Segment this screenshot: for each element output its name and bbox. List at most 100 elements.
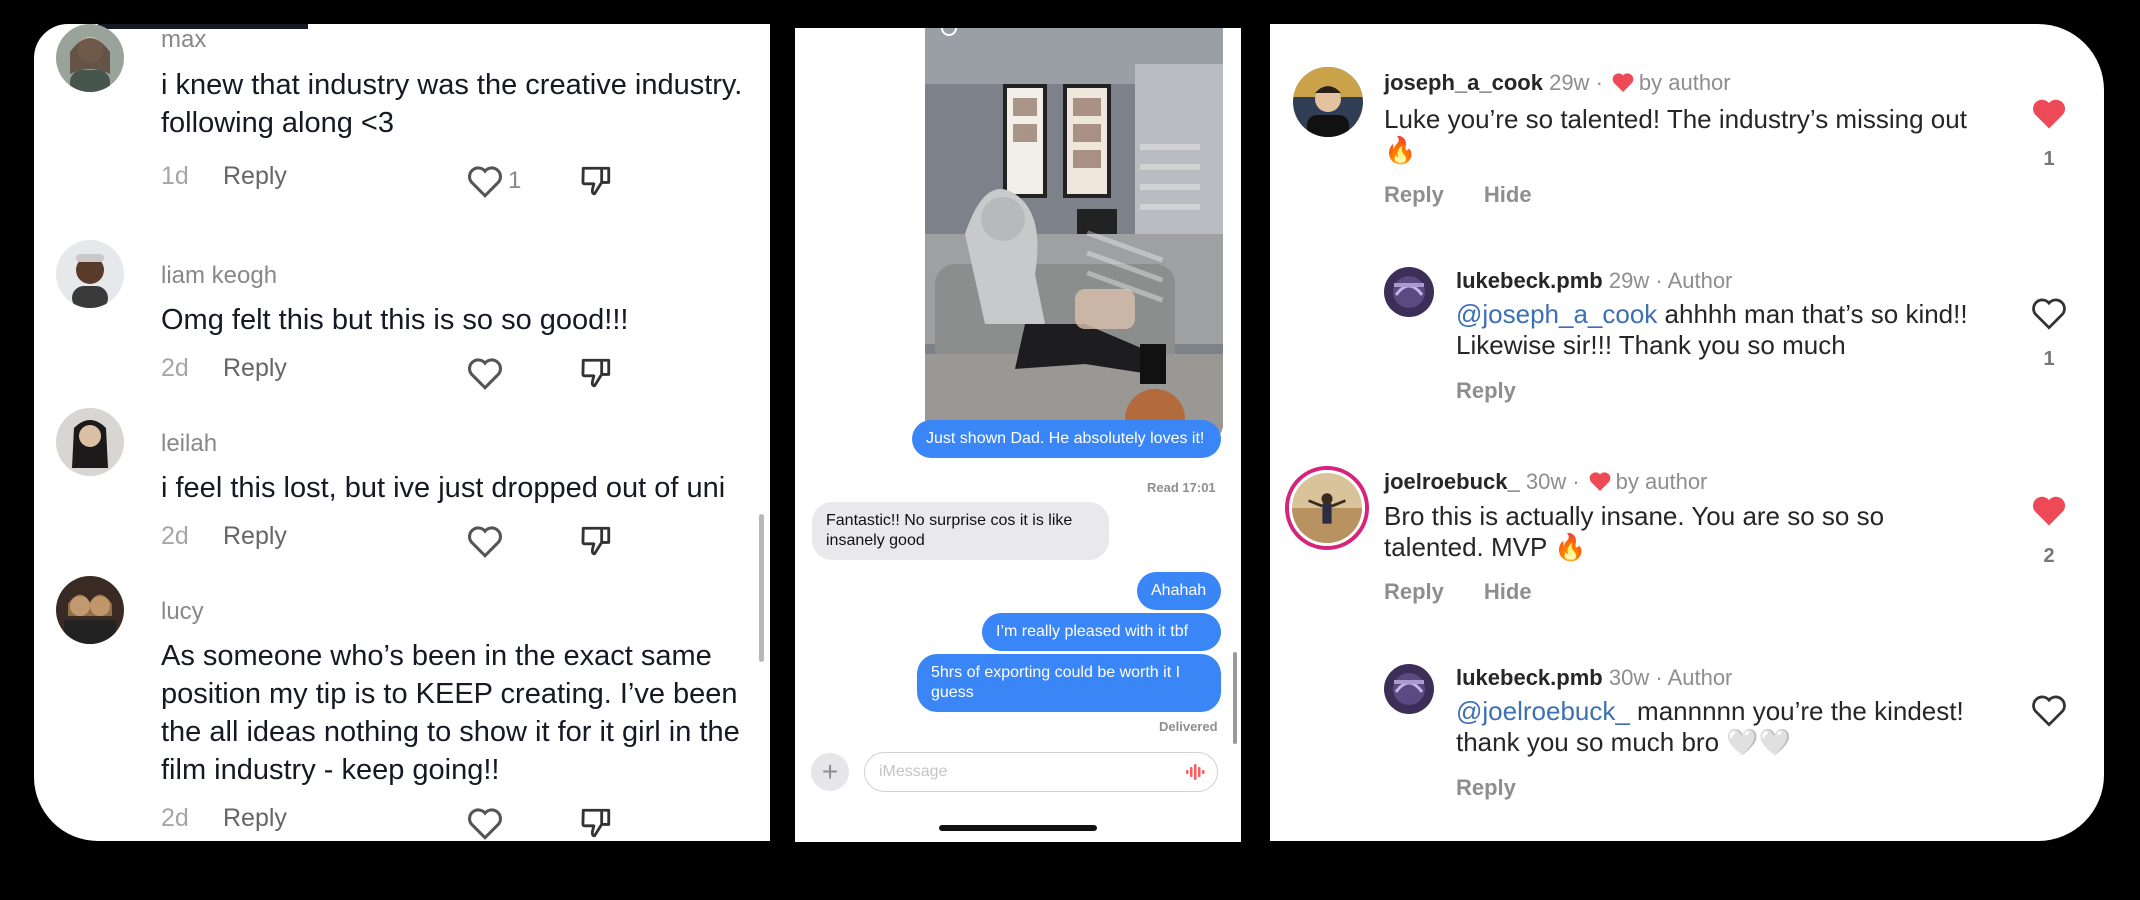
like-heart-icon[interactable] bbox=[466, 356, 504, 390]
avatar[interactable] bbox=[56, 24, 124, 92]
reply-username[interactable]: lukebeck.pmb bbox=[1456, 268, 1603, 293]
reply-header: lukebeck.pmb 30w · Author bbox=[1456, 665, 1732, 691]
dislike-icon[interactable] bbox=[579, 164, 613, 198]
like-count: 2 bbox=[2043, 545, 2055, 567]
comment-actions: Reply Hide bbox=[1384, 579, 1532, 605]
reply-button[interactable]: Reply bbox=[223, 162, 287, 191]
comment-meta: 2d Reply bbox=[161, 354, 287, 383]
dislike-icon[interactable] bbox=[579, 806, 613, 840]
dislike-icon[interactable] bbox=[579, 524, 613, 558]
comment-text: As someone who’s been in the exact same … bbox=[161, 640, 740, 786]
comment-text: Bro this is actually insane. You are so … bbox=[1384, 501, 1885, 562]
comment-thread: joseph_a_cook 29w · by author Luke you’re… bbox=[1270, 24, 2104, 404]
avatar[interactable] bbox=[56, 576, 124, 644]
comment-username[interactable]: joseph_a_cook bbox=[1384, 70, 1543, 95]
comment-header: joelroebuck_ 30w · by author bbox=[1384, 469, 1707, 495]
comment-thread: joelroebuck_ 30w · by author Bro this is … bbox=[1270, 421, 2104, 821]
reply-text: @joseph_a_cook ahhhh man that’s so kind!… bbox=[1456, 299, 2016, 361]
separator: · bbox=[1595, 70, 1603, 95]
like-count: 1 bbox=[508, 167, 522, 194]
mention-link[interactable]: @joelroebuck_ bbox=[1456, 696, 1630, 726]
author-liked-label: by author bbox=[1638, 70, 1731, 95]
comment-item: leilah i feel this lost, but ive just dr… bbox=[56, 406, 756, 558]
like-heart-icon[interactable] bbox=[466, 806, 504, 840]
reply-button[interactable]: Reply bbox=[1384, 579, 1444, 604]
comment-item: max i knew that industry was the creativ… bbox=[56, 24, 756, 206]
reply-button[interactable]: Reply bbox=[223, 522, 287, 551]
scrollbar[interactable] bbox=[1233, 652, 1237, 744]
imessage-panel: Just shown Dad. He absolutely loves it! … bbox=[795, 28, 1241, 842]
comment-header: joseph_a_cook 29w · by author bbox=[1384, 70, 1731, 96]
comment-username[interactable]: joelroebuck_ bbox=[1384, 469, 1520, 494]
message-bubble-outgoing[interactable]: Just shown Dad. He absolutely loves it! bbox=[912, 420, 1221, 458]
reply-button[interactable]: Reply bbox=[1384, 182, 1444, 207]
author-liked-heart-icon bbox=[1612, 73, 1634, 92]
comment-age: 30w bbox=[1525, 469, 1567, 494]
like-heart-icon[interactable] bbox=[466, 524, 504, 558]
author-badge: Author bbox=[1667, 268, 1733, 293]
like-heart-icon[interactable] bbox=[2030, 693, 2068, 727]
avatar[interactable] bbox=[56, 408, 124, 476]
hide-button[interactable]: Hide bbox=[1484, 579, 1532, 604]
comment-item: lucy As someone who’s been in the exact … bbox=[56, 574, 756, 840]
hide-button[interactable]: Hide bbox=[1484, 182, 1532, 207]
like-heart-icon[interactable] bbox=[466, 164, 504, 198]
comment-text: i feel this lost, but ive just dropped o… bbox=[161, 472, 726, 504]
comment-username[interactable]: max bbox=[161, 26, 206, 54]
avatar[interactable] bbox=[56, 240, 124, 308]
comment-text: Luke you’re so talented! The industry’s … bbox=[1384, 104, 1967, 165]
message-bubble-outgoing[interactable]: 5hrs of exporting could be worth it I gu… bbox=[917, 654, 1221, 712]
message-bubble-outgoing[interactable]: Ahahah bbox=[1137, 572, 1221, 610]
reply-button[interactable]: Reply bbox=[223, 354, 287, 383]
message-bubble-incoming[interactable]: Fantastic!! No surprise cos it is like i… bbox=[812, 502, 1109, 560]
shared-photo[interactable] bbox=[925, 28, 1223, 442]
comment-username[interactable]: lucy bbox=[161, 598, 204, 626]
comment-username[interactable]: leilah bbox=[161, 430, 217, 458]
comment-actions: Reply Hide bbox=[1384, 182, 1532, 208]
avatar[interactable] bbox=[1384, 267, 1434, 317]
dislike-icon[interactable] bbox=[579, 356, 613, 390]
comment-meta: 1d Reply bbox=[161, 162, 287, 191]
tiktok-comments-panel: max i knew that industry was the creativ… bbox=[34, 24, 770, 841]
comment-age: 2d bbox=[161, 522, 189, 550]
author-liked-label: by author bbox=[1615, 469, 1708, 494]
reply-text: @joelroebuck_ mannnnn you’re the kindest… bbox=[1456, 696, 1996, 758]
reply-button[interactable]: Reply bbox=[1456, 775, 1516, 800]
author-liked-heart-icon bbox=[1589, 472, 1611, 491]
comment-meta: 2d Reply bbox=[161, 522, 287, 551]
reply-button[interactable]: Reply bbox=[223, 804, 287, 833]
separator: · bbox=[1572, 469, 1580, 494]
like-heart-icon[interactable] bbox=[2030, 296, 2068, 330]
instagram-comments-panel: joseph_a_cook 29w · by author Luke you’re… bbox=[1270, 24, 2104, 841]
like-heart-icon[interactable] bbox=[2030, 493, 2068, 527]
comment-meta: 2d Reply bbox=[161, 804, 287, 833]
comment-username[interactable]: liam keogh bbox=[161, 262, 277, 290]
comment-age: 2d bbox=[161, 804, 189, 832]
home-indicator[interactable] bbox=[939, 825, 1097, 831]
message-bubble-outgoing[interactable]: I’m really pleased with it tbf bbox=[982, 613, 1221, 651]
avatar[interactable] bbox=[1293, 67, 1363, 137]
reply-button[interactable]: Reply bbox=[1456, 378, 1516, 403]
mention-link[interactable]: @joseph_a_cook bbox=[1456, 299, 1657, 329]
message-input-placeholder: iMessage bbox=[879, 763, 948, 780]
reply-username[interactable]: lukebeck.pmb bbox=[1456, 665, 1603, 690]
separator: · bbox=[1655, 665, 1663, 690]
plus-icon[interactable]: + bbox=[811, 753, 849, 791]
comment-age: 29w bbox=[1549, 70, 1590, 95]
like-heart-icon[interactable] bbox=[2030, 96, 2068, 130]
comment-item: liam keogh Omg felt this but this is so … bbox=[56, 238, 756, 390]
avatar-story-ring[interactable] bbox=[1285, 466, 1369, 550]
scrollbar[interactable] bbox=[759, 514, 764, 662]
comment-age: 2d bbox=[161, 354, 189, 382]
comment-age: 1d bbox=[161, 162, 189, 190]
audio-waveform-icon[interactable] bbox=[1185, 763, 1207, 781]
author-badge: Author bbox=[1667, 665, 1733, 690]
avatar[interactable] bbox=[1384, 664, 1434, 714]
reply-header: lukebeck.pmb 29w · Author bbox=[1456, 268, 1732, 294]
separator: · bbox=[1655, 268, 1663, 293]
like-count: 1 bbox=[2043, 148, 2055, 170]
reply-actions: Reply bbox=[1456, 775, 1516, 801]
message-input[interactable]: iMessage bbox=[864, 752, 1218, 792]
comment-text: i knew that industry was the creative in… bbox=[161, 69, 743, 139]
read-receipt: Read 17:01 bbox=[1147, 480, 1216, 495]
